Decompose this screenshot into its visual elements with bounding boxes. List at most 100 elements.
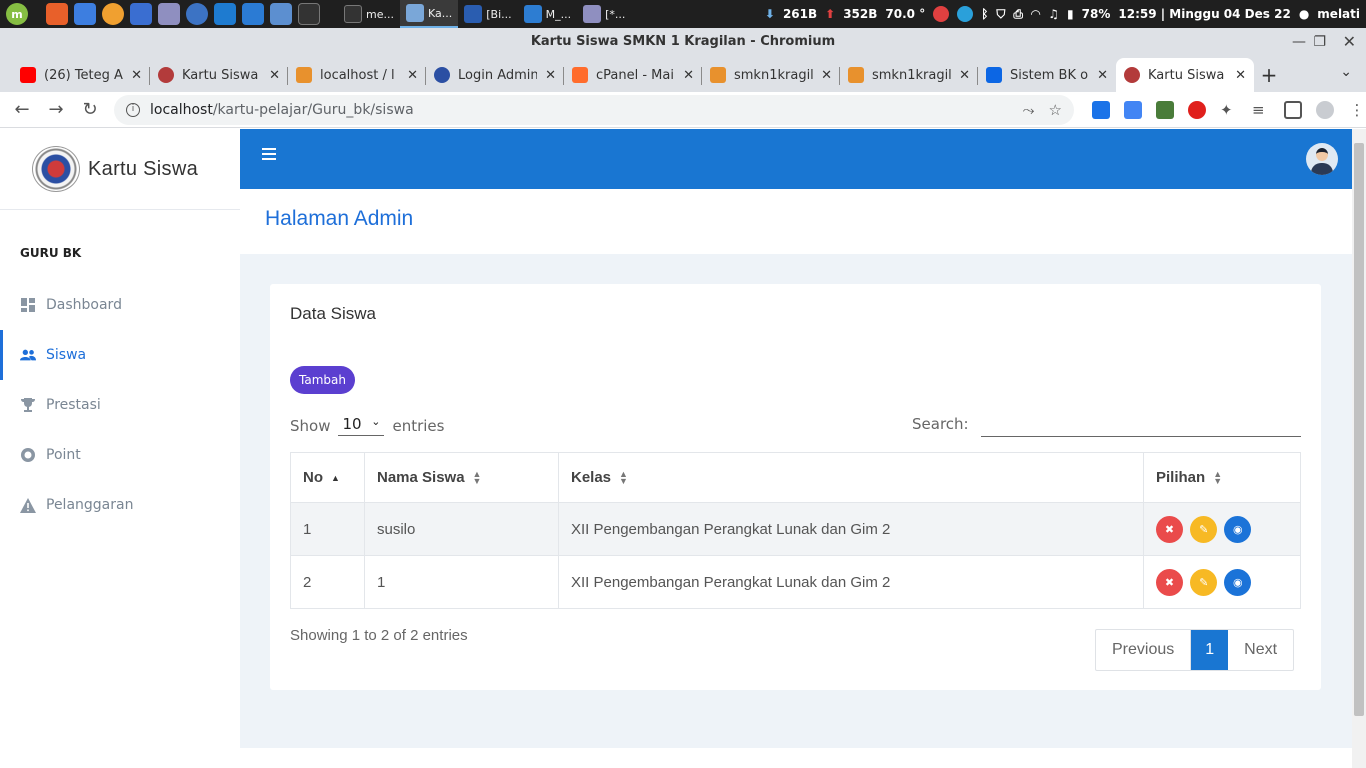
- site-info-icon[interactable]: i: [126, 102, 140, 117]
- avatar-head: [1316, 148, 1328, 161]
- column-header-pilihan[interactable]: Pilihan ▲ ▼: [1143, 452, 1301, 503]
- tab-kartu-siswa-1[interactable]: Kartu Siswa ✕: [150, 58, 288, 92]
- column-header-kelas[interactable]: Kelas ▲ ▼: [558, 452, 1144, 503]
- media-control-icon[interactable]: ≡: [1252, 101, 1270, 119]
- cell-nama: susilo: [364, 502, 559, 556]
- terminal-launcher-icon[interactable]: [298, 3, 320, 25]
- close-tab-icon[interactable]: ✕: [1235, 68, 1246, 83]
- edit-button[interactable]: ✎: [1190, 568, 1218, 596]
- tab-login-admin[interactable]: Login Admin ✕: [426, 58, 564, 92]
- close-tab-icon[interactable]: ✕: [821, 68, 832, 83]
- sidebar-item-point[interactable]: Point: [0, 430, 240, 480]
- close-tab-icon[interactable]: ✕: [1097, 68, 1108, 83]
- tab-kartu-siswa-active[interactable]: Kartu Siswa ✕: [1116, 58, 1254, 92]
- tab-smkn1kragil-2[interactable]: smkn1kragil ✕: [840, 58, 978, 92]
- vertical-scrollbar[interactable]: [1352, 129, 1366, 768]
- wifi-icon[interactable]: ◠: [1031, 7, 1040, 21]
- column-header-no[interactable]: No ▲: [290, 452, 365, 503]
- camera-launcher-icon[interactable]: [130, 3, 152, 25]
- net-up-value: 352B: [843, 7, 878, 21]
- edit-button[interactable]: ✎: [1190, 515, 1218, 543]
- tab-smkn1kragil-1[interactable]: smkn1kragil ✕: [702, 58, 840, 92]
- notes-launcher-icon[interactable]: [158, 3, 180, 25]
- tab-sistem-bk[interactable]: Sistem BK or ✕: [978, 58, 1116, 92]
- close-tab-icon[interactable]: ✕: [545, 68, 556, 83]
- side-panel-icon[interactable]: [1284, 100, 1302, 119]
- vscode-launcher-icon[interactable]: [214, 3, 236, 25]
- telegram-icon[interactable]: [957, 6, 974, 22]
- opera-extension-icon[interactable]: [1188, 100, 1206, 119]
- extension-s-icon[interactable]: [1092, 100, 1110, 119]
- app-launcher-icon[interactable]: [102, 3, 124, 25]
- close-tab-icon[interactable]: ✕: [683, 68, 694, 83]
- clock-text[interactable]: 12:59 | Minggu 04 Des 22: [1118, 7, 1290, 21]
- music-icon[interactable]: ♫: [1048, 7, 1059, 21]
- address-bar[interactable]: i localhost/kartu-pelajar/Guru_bk/siswa …: [114, 94, 1074, 125]
- taskbar-window-editor[interactable]: [*...: [577, 0, 631, 28]
- profile-icon[interactable]: [1316, 100, 1334, 119]
- web-page: Kartu Siswa GURU BK Dashboard Siswa Pres…: [0, 129, 1366, 768]
- sidebar-item-siswa[interactable]: Siswa: [0, 330, 240, 380]
- tab-cpanel[interactable]: cPanel - Mai ✕: [564, 58, 702, 92]
- extension-icon[interactable]: [1156, 100, 1174, 119]
- taskbar-window-vscode[interactable]: M_...: [518, 0, 577, 28]
- previous-page-button[interactable]: Previous: [1096, 630, 1192, 670]
- close-tab-icon[interactable]: ✕: [407, 68, 418, 83]
- maximize-button[interactable]: ❐: [1313, 28, 1326, 56]
- firefox-launcher-icon[interactable]: [46, 3, 68, 25]
- tambah-button[interactable]: Tambah: [290, 366, 355, 394]
- close-tab-icon[interactable]: ✕: [131, 68, 142, 83]
- table-header-row: No ▲ Nama Siswa ▲ ▼ Kelas ▲ ▼ Pilihan ▲ ▼: [290, 452, 1301, 503]
- mint-menu-icon[interactable]: m: [6, 3, 28, 25]
- entries-select[interactable]: 10 ⌄: [338, 415, 385, 436]
- taskbar-window-bitwarden[interactable]: [Bi...: [458, 0, 517, 28]
- tab-localhost[interactable]: localhost / l ✕: [288, 58, 426, 92]
- puzzle-extensions-icon[interactable]: ✦: [1220, 101, 1238, 119]
- battery-icon[interactable]: ▮: [1067, 7, 1074, 21]
- cell-actions: ✖ ✎ ◉: [1143, 555, 1301, 609]
- printer-icon[interactable]: ⎙: [1013, 7, 1023, 22]
- shield-icon[interactable]: ⛉: [996, 7, 1005, 22]
- hamburger-menu-icon[interactable]: [262, 148, 276, 160]
- user-name[interactable]: melati: [1317, 7, 1360, 21]
- bookmark-star-icon[interactable]: ☆: [1049, 101, 1062, 119]
- reload-button[interactable]: ↻: [74, 94, 106, 126]
- chromium-launcher-icon[interactable]: [186, 3, 208, 25]
- close-tab-icon[interactable]: ✕: [269, 68, 280, 83]
- sidebar-item-pelanggaran[interactable]: Pelanggaran: [0, 480, 240, 530]
- clock-app-icon[interactable]: [933, 6, 950, 22]
- files-launcher-icon[interactable]: [74, 3, 96, 25]
- writer-launcher-icon[interactable]: [242, 3, 264, 25]
- new-tab-button[interactable]: +: [1254, 58, 1284, 92]
- scrollbar-thumb[interactable]: [1354, 143, 1364, 716]
- share-icon[interactable]: ⤳: [1023, 101, 1035, 119]
- url-path: /kartu-pelajar/Guru_bk/siswa: [212, 101, 414, 118]
- next-page-button[interactable]: Next: [1228, 630, 1293, 670]
- taskbar-window-terminal[interactable]: me...: [338, 0, 400, 28]
- bluetooth-icon[interactable]: ᛒ: [981, 7, 988, 21]
- translate-extension-icon[interactable]: [1124, 100, 1142, 119]
- minimize-button[interactable]: —: [1292, 28, 1306, 56]
- page-1-button[interactable]: 1: [1191, 630, 1229, 670]
- brand[interactable]: Kartu Siswa: [0, 129, 240, 210]
- column-header-nama[interactable]: Nama Siswa ▲ ▼: [364, 452, 559, 503]
- sidebar-item-prestasi[interactable]: Prestasi: [0, 380, 240, 430]
- view-button[interactable]: ◉: [1224, 568, 1252, 596]
- close-tab-icon[interactable]: ✕: [959, 68, 970, 83]
- close-window-button[interactable]: ✕: [1343, 28, 1356, 56]
- delete-button[interactable]: ✖: [1156, 515, 1183, 543]
- view-button[interactable]: ◉: [1224, 515, 1252, 543]
- browser-launcher-icon[interactable]: [270, 3, 292, 25]
- delete-button[interactable]: ✖: [1156, 568, 1183, 596]
- tab-search-chevron-icon[interactable]: ⌄: [1340, 64, 1352, 80]
- sidebar-item-dashboard[interactable]: Dashboard: [0, 280, 240, 330]
- taskbar-window-chromium[interactable]: Ka...: [399, 0, 459, 28]
- user-avatar[interactable]: [1306, 143, 1338, 175]
- more-menu-icon[interactable]: ⋮: [1348, 101, 1366, 119]
- sort-icon: ▲ ▼: [1213, 469, 1223, 487]
- back-button[interactable]: ←: [6, 94, 38, 126]
- tab-youtube[interactable]: (26) Teteg A ✕: [12, 58, 150, 92]
- search-input[interactable]: [981, 413, 1301, 437]
- forward-button[interactable]: →: [40, 94, 72, 126]
- net-down-value: 261B: [782, 7, 818, 21]
